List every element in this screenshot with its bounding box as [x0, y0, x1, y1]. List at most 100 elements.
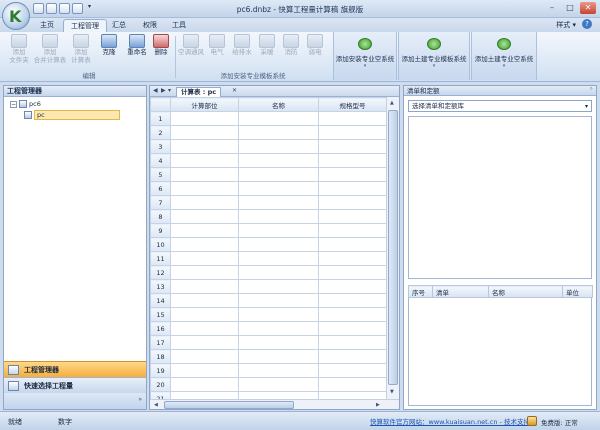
install-electric-button[interactable]: 电气 [206, 34, 228, 70]
row-number[interactable]: 18 [150, 349, 171, 364]
scroll-down-icon[interactable]: ▼ [390, 389, 394, 395]
tab-list-icon[interactable]: ▾ [168, 87, 171, 94]
add-civil-empty-system-button[interactable]: 添加土建专业空系统 ▾ [471, 32, 537, 80]
official-site-link[interactable]: 快算软件官方网站：www.kuaisuan.net.cn - 技术支持 [370, 416, 530, 426]
add-install-empty-system-button[interactable]: 添加安装专业空系统 ▾ [333, 32, 397, 80]
grid-cell[interactable] [318, 139, 387, 154]
row-number[interactable]: 14 [150, 293, 171, 308]
grid-cell[interactable] [170, 349, 239, 364]
scroll-right-icon[interactable]: ▶ [376, 402, 380, 408]
vertical-scrollbar[interactable]: ▲ ▼ [386, 97, 399, 399]
grid-cell[interactable] [238, 195, 319, 210]
grid-cell[interactable] [238, 307, 319, 322]
table-row[interactable]: 19 [150, 363, 387, 378]
row-number[interactable]: 15 [150, 307, 171, 322]
grid-cell[interactable] [170, 363, 239, 378]
grid-cell[interactable] [170, 377, 239, 392]
row-number[interactable]: 7 [150, 195, 171, 210]
table-row[interactable]: 13 [150, 279, 387, 294]
tree-node-root[interactable]: − pc6 [10, 99, 41, 109]
grid-cell[interactable] [238, 223, 319, 238]
maximize-button[interactable]: □ [562, 2, 578, 14]
column-header[interactable]: 名称 [488, 285, 563, 298]
grid-cell[interactable] [238, 153, 319, 168]
table-row[interactable]: 16 [150, 321, 387, 336]
grid-cell[interactable] [170, 251, 239, 266]
scroll-left-icon[interactable]: ◀ [154, 402, 158, 408]
grid-cell[interactable] [170, 111, 239, 126]
tab-project-management[interactable]: 工程管理 [63, 19, 107, 32]
grid-cell[interactable] [238, 293, 319, 308]
install-plumbing-button[interactable]: 给排水 [230, 34, 254, 70]
table-row[interactable]: 6 [150, 181, 387, 196]
close-button[interactable]: ✕ [580, 2, 596, 14]
delete-button[interactable]: 删除 [150, 34, 172, 70]
add-calc-table-button[interactable]: 添加 计算表 [68, 34, 94, 70]
grid-cell[interactable] [170, 139, 239, 154]
row-number[interactable]: 9 [150, 223, 171, 238]
row-number[interactable]: 8 [150, 209, 171, 224]
column-header[interactable]: 名称 [238, 97, 319, 112]
horizontal-scrollbar[interactable]: ◀ ▶ [150, 399, 399, 409]
grid-cell[interactable] [318, 349, 387, 364]
grid-cell[interactable] [318, 223, 387, 238]
install-lowvoltage-button[interactable]: 弱电 [304, 34, 326, 70]
grid-cell[interactable] [318, 335, 387, 350]
grid-cell[interactable] [318, 167, 387, 182]
grid-cell[interactable] [170, 167, 239, 182]
table-row[interactable]: 7 [150, 195, 387, 210]
row-number[interactable]: 1 [150, 111, 171, 126]
rename-button[interactable]: 重命名 [124, 34, 150, 70]
grid-cell[interactable] [238, 377, 319, 392]
grid-cell[interactable] [170, 293, 239, 308]
table-row[interactable]: 18 [150, 349, 387, 364]
grid-cell[interactable] [170, 237, 239, 252]
grid-cell[interactable] [318, 209, 387, 224]
column-header[interactable]: 清单 [432, 285, 489, 298]
row-number[interactable]: 6 [150, 181, 171, 196]
grid-cell[interactable] [238, 363, 319, 378]
grid-cell[interactable] [238, 181, 319, 196]
grid-cell[interactable] [238, 279, 319, 294]
grid-cell[interactable] [238, 125, 319, 140]
column-header[interactable]: 序号 [408, 285, 433, 298]
horizontal-scroll-thumb[interactable] [164, 401, 294, 409]
add-civil-template-system-button[interactable]: 添加土建专业模板系统 ▾ [398, 32, 470, 80]
grid-cell[interactable] [318, 111, 387, 126]
grid-cell[interactable] [318, 153, 387, 168]
nav-quick-select[interactable]: 快速选择工程量 [4, 377, 146, 393]
grid-cell[interactable] [318, 377, 387, 392]
grid-cell[interactable] [318, 307, 387, 322]
grid-cell[interactable] [170, 125, 239, 140]
grid-cell[interactable] [318, 195, 387, 210]
grid-cell[interactable] [238, 349, 319, 364]
table-row[interactable]: 4 [150, 153, 387, 168]
library-select[interactable]: 选择清单和定额库 ▾ [408, 100, 592, 112]
table-row[interactable]: 3 [150, 139, 387, 154]
install-heating-button[interactable]: 采暖 [256, 34, 278, 70]
grid-cell[interactable] [238, 209, 319, 224]
row-number[interactable]: 10 [150, 237, 171, 252]
column-header[interactable]: 单位 [562, 285, 593, 298]
library-tree-box[interactable] [408, 116, 592, 279]
table-row[interactable]: 5 [150, 167, 387, 182]
tab-summary[interactable]: 汇总 [105, 19, 133, 32]
tab-home[interactable]: 主页 [33, 19, 61, 32]
table-row[interactable]: 10 [150, 237, 387, 252]
grid-cell[interactable] [238, 321, 319, 336]
grid-cell[interactable] [170, 181, 239, 196]
grid-cell[interactable] [238, 111, 319, 126]
grid-cell[interactable] [170, 209, 239, 224]
table-row[interactable]: 12 [150, 265, 387, 280]
grid-cell[interactable] [170, 223, 239, 238]
row-number[interactable]: 5 [150, 167, 171, 182]
nav-project-manager[interactable]: 工程管理器 [4, 361, 146, 377]
add-folder-button[interactable]: 添加 文件夹 [6, 34, 32, 70]
grid-cell[interactable] [170, 153, 239, 168]
collapse-icon[interactable]: − [10, 100, 17, 108]
grid-cell[interactable] [318, 293, 387, 308]
table-row[interactable]: 1 [150, 111, 387, 126]
grid-cell[interactable] [170, 279, 239, 294]
pin-icon[interactable]: ᛜ [589, 86, 593, 93]
expand-chevron-icon[interactable]: » [138, 396, 142, 403]
